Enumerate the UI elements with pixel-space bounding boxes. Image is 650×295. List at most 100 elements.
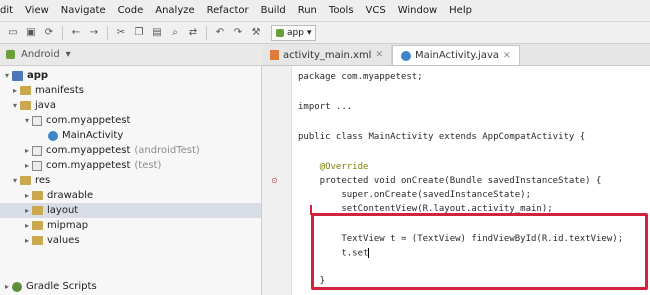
code-line: public class MainActivity extends AppCom…	[298, 132, 586, 142]
project-tree: ▾ app ▸ manifests ▾ java ▾ com.myappetes…	[0, 66, 262, 295]
android-icon	[6, 50, 15, 59]
forward-icon[interactable]: →	[87, 26, 101, 40]
chevron-right-icon[interactable]: ▸	[22, 161, 32, 170]
toolbar-divider	[62, 25, 63, 40]
tree-item-label: app	[27, 70, 49, 81]
chevron-down-icon[interactable]: ▾	[2, 71, 12, 80]
code-line: protected void onCreate(Bundle savedInst…	[298, 176, 602, 186]
tree-item-layout[interactable]: ▸ layout	[0, 203, 261, 218]
run-config-label: app	[287, 27, 304, 38]
menu-tools[interactable]: Tools	[323, 5, 360, 16]
tab-label: activity_main.xml	[283, 49, 372, 61]
tree-item-mipmap[interactable]: ▸ mipmap	[22, 218, 88, 233]
tree-item-manifests[interactable]: ▸ manifests	[10, 83, 84, 98]
back-icon[interactable]: ←	[69, 26, 83, 40]
tree-item-label: com.myappetest	[46, 115, 131, 126]
folder-icon	[32, 221, 43, 230]
refresh-icon[interactable]: ⟳	[42, 26, 56, 40]
class-icon	[48, 130, 58, 141]
tree-item-app[interactable]: ▾ app	[2, 68, 48, 83]
folder-icon	[20, 176, 31, 185]
paste-icon[interactable]: ▤	[150, 26, 164, 40]
chevron-right-icon[interactable]: ▸	[10, 86, 20, 95]
menu-run[interactable]: Run	[292, 5, 323, 16]
toolbar: ▭ ▣ ⟳ ← → ✂ ❐ ▤ ⌕ ⇄ ↶ ↷ ⚒ app ▾	[0, 22, 650, 44]
package-icon	[32, 160, 42, 171]
chevron-right-icon[interactable]: ▸	[22, 236, 32, 245]
tree-item-values[interactable]: ▸ values	[22, 233, 80, 248]
project-panel-header: Android ▾	[0, 44, 262, 66]
code-line: package com.myappetest;	[298, 72, 423, 82]
folder-icon	[20, 101, 31, 110]
tree-item-java[interactable]: ▾ java	[10, 98, 56, 113]
toolbar-divider	[107, 25, 108, 40]
tree-item-drawable[interactable]: ▸ drawable	[22, 188, 93, 203]
tree-item-suffix: (test)	[134, 160, 162, 171]
tree-item-package[interactable]: ▾ com.myappetest	[22, 113, 130, 128]
folder-icon	[32, 206, 43, 215]
menu-edit[interactable]: dit	[0, 5, 19, 16]
chevron-down-icon: ▾	[306, 27, 312, 38]
chevron-right-icon[interactable]: ▸	[22, 206, 32, 215]
tree-item-label: manifests	[35, 85, 84, 96]
undo-icon[interactable]: ↶	[213, 26, 227, 40]
menu-view[interactable]: View	[19, 5, 55, 16]
tree-item-label: res	[35, 175, 51, 186]
chevron-down-icon[interactable]: ▾	[22, 116, 32, 125]
folder-icon	[32, 236, 43, 245]
toolbar-divider	[206, 25, 207, 40]
cut-icon[interactable]: ✂	[114, 26, 128, 40]
run-config-selector[interactable]: app ▾	[271, 24, 317, 41]
menu-window[interactable]: Window	[392, 5, 443, 16]
highlight-box	[311, 213, 648, 290]
override-marker-icon[interactable]: ⊙	[270, 176, 279, 185]
menu-vcs[interactable]: VCS	[360, 5, 392, 16]
xml-file-icon	[270, 50, 279, 60]
tab-label: MainActivity.java	[415, 50, 499, 61]
tab-main-activity-java[interactable]: MainActivity.java ✕	[392, 45, 520, 65]
code-line: @Override	[298, 162, 369, 172]
menu-refactor[interactable]: Refactor	[201, 5, 255, 16]
tree-item-package-androidtest[interactable]: ▸ com.myappetest (androidTest)	[22, 143, 200, 158]
tree-item-label: com.myappetest	[46, 145, 131, 156]
project-view-selector[interactable]: Android	[21, 49, 60, 60]
tree-item-label: values	[47, 235, 80, 246]
chevron-down-icon[interactable]: ▾	[66, 49, 71, 60]
tab-activity-main-xml[interactable]: activity_main.xml ✕	[262, 45, 393, 65]
tree-item-label: drawable	[47, 190, 94, 201]
tree-item-gradle-scripts[interactable]: ▸ Gradle Scripts	[2, 279, 97, 294]
gradle-icon	[12, 281, 22, 292]
menu-code[interactable]: Code	[112, 5, 150, 16]
build-icon[interactable]: ⚒	[249, 26, 263, 40]
chevron-down-icon[interactable]: ▾	[10, 176, 20, 185]
code-line: super.onCreate(savedInstanceState);	[298, 190, 531, 200]
menu-build[interactable]: Build	[255, 5, 292, 16]
folder-icon	[32, 191, 43, 200]
menu-analyze[interactable]: Analyze	[149, 5, 200, 16]
module-icon	[12, 70, 23, 81]
tree-item-main-activity[interactable]: MainActivity	[48, 128, 123, 143]
save-icon[interactable]: ▣	[24, 26, 38, 40]
class-icon	[401, 50, 412, 61]
editor-tabs: activity_main.xml ✕ MainActivity.java ✕	[262, 44, 650, 66]
chevron-right-icon[interactable]: ▸	[22, 146, 32, 155]
close-icon[interactable]: ✕	[375, 50, 383, 60]
package-icon	[32, 115, 42, 126]
close-icon[interactable]: ✕	[503, 51, 511, 61]
find-icon[interactable]: ⌕	[168, 26, 182, 40]
menu-help[interactable]: Help	[443, 5, 478, 16]
menu-navigate[interactable]: Navigate	[55, 5, 112, 16]
folder-icon[interactable]: ▭	[6, 26, 20, 40]
replace-icon[interactable]: ⇄	[186, 26, 200, 40]
chevron-right-icon[interactable]: ▸	[22, 221, 32, 230]
package-icon	[32, 145, 42, 156]
redo-icon[interactable]: ↷	[231, 26, 245, 40]
tree-item-label: mipmap	[47, 220, 89, 231]
chevron-right-icon[interactable]: ▸	[2, 282, 12, 291]
copy-icon[interactable]: ❐	[132, 26, 146, 40]
tree-item-package-test[interactable]: ▸ com.myappetest (test)	[22, 158, 161, 173]
menu-bar: dit View Navigate Code Analyze Refactor …	[0, 0, 650, 22]
chevron-down-icon[interactable]: ▾	[10, 101, 20, 110]
chevron-right-icon[interactable]: ▸	[22, 191, 32, 200]
tree-item-res[interactable]: ▾ res	[10, 173, 50, 188]
